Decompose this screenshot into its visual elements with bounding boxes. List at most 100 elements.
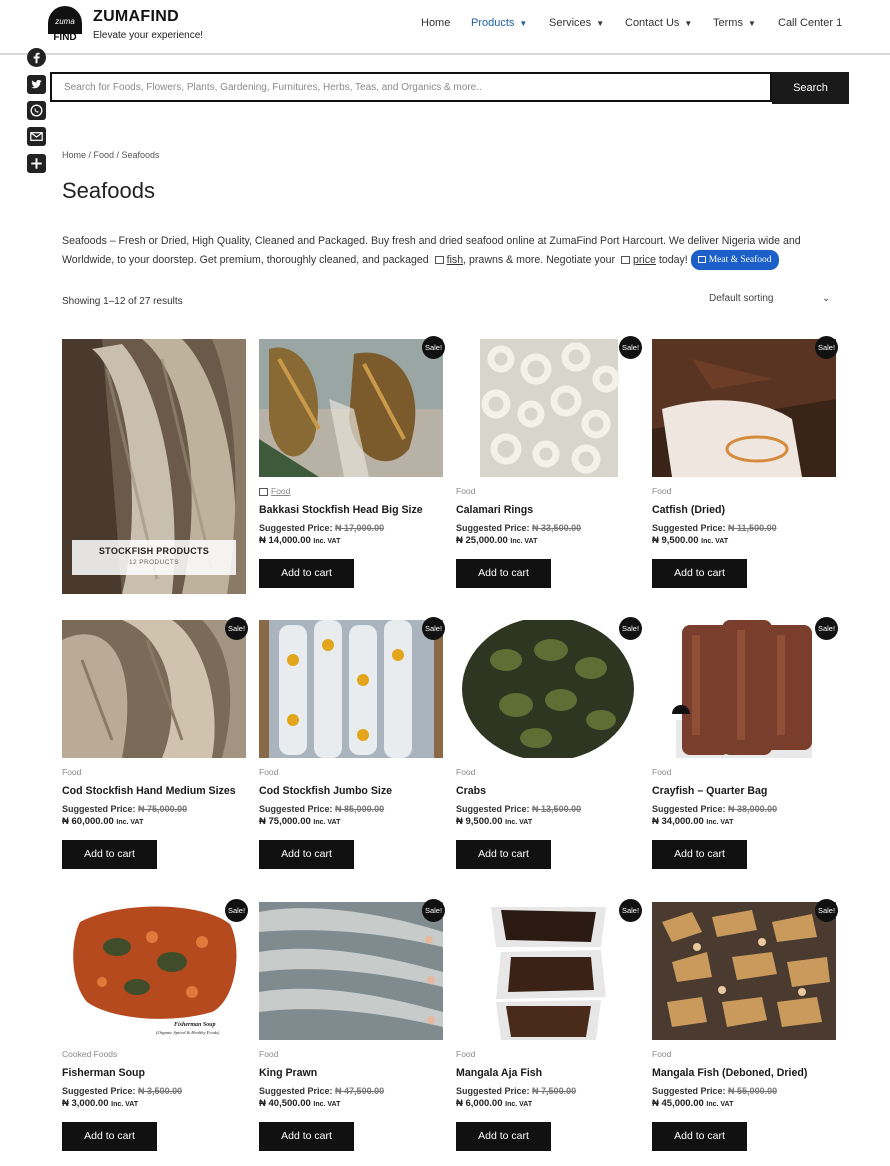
chevron-down-icon: ▼ [519, 19, 528, 28]
category-description: Seafoods – Fresh or Dried, High Quality,… [62, 232, 832, 270]
suggested-price: Suggested Price: ₦ 75,000.00 [62, 804, 187, 814]
product-name[interactable]: Crabs [456, 785, 486, 797]
tag-icon [697, 256, 706, 264]
add-to-cart-button[interactable]: Add to cart [62, 840, 157, 869]
product-image[interactable]: Fisherman Soup (Organic Spiced & Healthy… [62, 902, 246, 1040]
sale-badge: Sale! [815, 336, 838, 359]
nav-products[interactable]: Products ▼ [471, 17, 527, 29]
product-image[interactable] [62, 620, 246, 758]
share-plus-icon[interactable] [26, 153, 46, 173]
product-image[interactable] [456, 620, 640, 758]
vat-label: Inc. VAT [706, 1101, 734, 1108]
product-category[interactable]: Food [259, 486, 290, 496]
add-to-cart-button[interactable]: Add to cart [652, 840, 747, 869]
chevron-down-icon[interactable]: ⌄ [822, 293, 830, 304]
facebook-icon[interactable] [26, 47, 46, 67]
product-category[interactable]: Food [259, 767, 278, 777]
sorting-select[interactable]: Default sorting [709, 293, 773, 304]
vat-label: Inc. VAT [701, 538, 729, 545]
whatsapp-icon[interactable] [26, 100, 46, 120]
tagline: Elevate your experience! [93, 30, 204, 41]
price-value: ₦ 75,000.00 [259, 816, 311, 827]
product-category[interactable]: Food [62, 767, 81, 777]
stockfish-category-label[interactable]: STOCKFISH PRODUCTS 12 PRODUCTS [72, 540, 236, 575]
brand-name[interactable]: ZUMAFIND [93, 8, 179, 26]
old-price: ₦ 47,500.00 [335, 1086, 385, 1096]
link-icon [259, 487, 268, 496]
add-to-cart-button[interactable]: Add to cart [259, 1122, 354, 1151]
category-title: STOCKFISH PRODUCTS [98, 546, 210, 556]
product-name[interactable]: Mangala Aja Fish [456, 1067, 542, 1079]
add-to-cart-button[interactable]: Add to cart [652, 1122, 747, 1151]
suggested-price: Suggested Price: ₦ 13,500.00 [456, 804, 581, 814]
price-label: Suggested Price: [259, 523, 333, 533]
product-name[interactable]: Fisherman Soup [62, 1067, 145, 1079]
product-name[interactable]: Cod Stockfish Jumbo Size [259, 785, 392, 797]
meat-seafood-tag[interactable]: Meat & Seafood [690, 250, 779, 270]
product-name[interactable]: Bakkasi Stockfish Head Big Size [259, 504, 423, 516]
price-value: ₦ 9,500.00 [456, 816, 503, 827]
add-to-cart-button[interactable]: Add to cart [652, 559, 747, 588]
price-value: ₦ 45,000.00 [652, 1098, 704, 1109]
price-label: Suggested Price: [456, 804, 530, 814]
results-count: Showing 1–12 of 27 results [62, 296, 183, 307]
product-category[interactable]: Food [456, 486, 475, 496]
nav-contact[interactable]: Contact Us ▼ [625, 17, 692, 29]
product-category[interactable]: Food [456, 1049, 475, 1059]
nav-call-center[interactable]: Call Center 1 [778, 17, 842, 29]
search-button[interactable]: Search [772, 72, 849, 104]
nav-terms[interactable]: Terms ▼ [713, 17, 756, 29]
product-image[interactable] [259, 339, 443, 477]
breadcrumb[interactable]: Home / Food / Seafoods [62, 150, 160, 160]
suggested-price: Suggested Price: ₦ 3,500.00 [62, 1086, 182, 1096]
product-name[interactable]: Mangala Fish (Deboned, Dried) [652, 1067, 807, 1079]
product-category[interactable]: Cooked Foods [62, 1049, 117, 1059]
search-input[interactable] [50, 72, 772, 102]
vat-label: Inc. VAT [111, 1101, 139, 1108]
price-value: ₦ 34,000.00 [652, 816, 704, 827]
product-image[interactable] [259, 902, 443, 1040]
suggested-price: Suggested Price: ₦ 7,500.00 [456, 1086, 576, 1096]
product-name[interactable]: Crayfish – Quarter Bag [652, 785, 767, 797]
add-to-cart-button[interactable]: Add to cart [62, 1122, 157, 1151]
current-price: ₦ 14,000.00 Inc. VAT [259, 535, 340, 546]
product-image[interactable] [652, 620, 836, 758]
product-category[interactable]: Food [652, 1049, 671, 1059]
product-image[interactable] [456, 902, 640, 1040]
vat-label: Inc. VAT [313, 819, 341, 826]
add-to-cart-button[interactable]: Add to cart [456, 1122, 551, 1151]
product-image[interactable] [259, 620, 443, 758]
product-image[interactable] [652, 339, 836, 477]
logo[interactable]: zuma FIND [48, 6, 82, 43]
product-image[interactable] [652, 902, 836, 1040]
twitter-icon[interactable] [26, 74, 46, 94]
product-name[interactable]: Cod Stockfish Hand Medium Sizes [62, 785, 236, 797]
email-icon[interactable] [26, 126, 46, 146]
add-to-cart-button[interactable]: Add to cart [456, 840, 551, 869]
price-value: ₦ 60,000.00 [62, 816, 114, 827]
product-category[interactable]: Food [259, 1049, 278, 1059]
add-to-cart-button[interactable]: Add to cart [259, 840, 354, 869]
nav-home-label: Home [421, 17, 451, 29]
add-to-cart-button[interactable]: Add to cart [259, 559, 354, 588]
price-value: ₦ 14,000.00 [259, 535, 311, 546]
product-category[interactable]: Food [652, 767, 671, 777]
category-count: 12 PRODUCTS [129, 559, 179, 566]
link-icon [434, 256, 444, 264]
nav-services[interactable]: Services ▼ [549, 17, 604, 29]
product-category[interactable]: Food [652, 486, 671, 496]
price-link[interactable]: price [633, 254, 656, 266]
add-to-cart-button[interactable]: Add to cart [456, 559, 551, 588]
current-price: ₦ 34,000.00 Inc. VAT [652, 816, 733, 827]
product-name[interactable]: King Prawn [259, 1067, 317, 1079]
product-name[interactable]: Calamari Rings [456, 504, 533, 516]
vat-label: Inc. VAT [313, 538, 341, 545]
product-name[interactable]: Catfish (Dried) [652, 504, 725, 516]
nav-contact-label: Contact Us [625, 17, 680, 29]
nav-home[interactable]: Home [421, 17, 450, 29]
fish-link[interactable]: fish [447, 254, 464, 266]
product-category[interactable]: Food [456, 767, 475, 777]
chevron-down-icon: ▼ [596, 19, 605, 28]
product-image[interactable] [456, 339, 640, 477]
stockfish-category-card[interactable]: STOCKFISH PRODUCTS 12 PRODUCTS [62, 339, 246, 594]
